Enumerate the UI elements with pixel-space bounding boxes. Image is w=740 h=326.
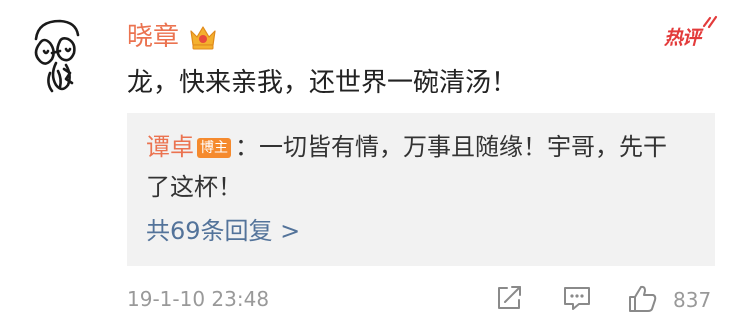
share-button[interactable] (494, 283, 524, 315)
comment-username[interactable]: 晓章 (127, 17, 179, 57)
reply-line: 谭卓 博主 ：一切皆有情，万事且随缘！宇哥，先干了这杯！ (146, 127, 686, 207)
like-count: 837 (673, 288, 712, 312)
comment-text: 龙，快来亲我，还世界一碗清汤！ (127, 68, 518, 98)
thumbs-up-icon (629, 285, 657, 312)
reply-author[interactable]: 谭卓 (146, 133, 194, 161)
reply-button[interactable] (562, 283, 592, 315)
like-button[interactable] (627, 283, 659, 315)
hot-comment-badge: 热评 (664, 27, 701, 49)
reply-preview[interactable]: 谭卓 博主 ：一切皆有情，万事且随缘！宇哥，先干了这杯！ 共69条回复 > (127, 113, 715, 266)
comment-icon (564, 287, 590, 310)
more-replies-link[interactable]: 共69条回复 > (146, 214, 300, 248)
avatar-sketch-icon (34, 19, 80, 93)
blogger-badge: 博主 (197, 138, 231, 158)
crown-icon (188, 22, 218, 52)
share-icon (498, 286, 521, 309)
avatar[interactable] (26, 13, 98, 97)
comment-timestamp: 19-1-10 23:48 (127, 287, 270, 311)
hot-badge-decoration-icon (702, 14, 720, 30)
